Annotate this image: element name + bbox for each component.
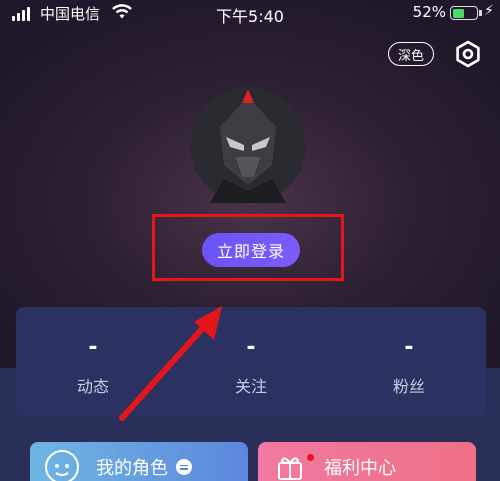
my-role-card[interactable]: 我的角色 [30,442,248,481]
stat-value: - [404,335,414,360]
status-bar: 中国电信 下午5:40 52% ⚡ [0,0,500,26]
stat-label: 粉丝 [392,377,425,396]
my-role-label: 我的角色 [96,458,168,479]
dark-mode-toggle[interactable]: 深色 [388,42,434,66]
annotation-arrow [119,306,222,421]
battery-icon [450,6,478,20]
menu-icon [176,459,192,475]
battery-tip [479,10,482,16]
settings-icon[interactable] [454,40,482,68]
stat-followers[interactable]: - 粉丝 [349,307,469,397]
default-avatar[interactable] [190,87,306,203]
charging-icon: ⚡ [484,3,494,19]
login-button[interactable]: 立即登录 [202,233,300,267]
battery-percent: 52% [412,3,446,21]
stats-card: - 动态 - 关注 - 粉丝 [16,307,486,417]
welfare-center-label: 福利中心 [324,458,396,479]
notification-dot [307,454,314,461]
character-icon [45,450,79,481]
gift-icon [278,457,302,480]
welfare-center-card[interactable]: 福利中心 [258,442,476,481]
